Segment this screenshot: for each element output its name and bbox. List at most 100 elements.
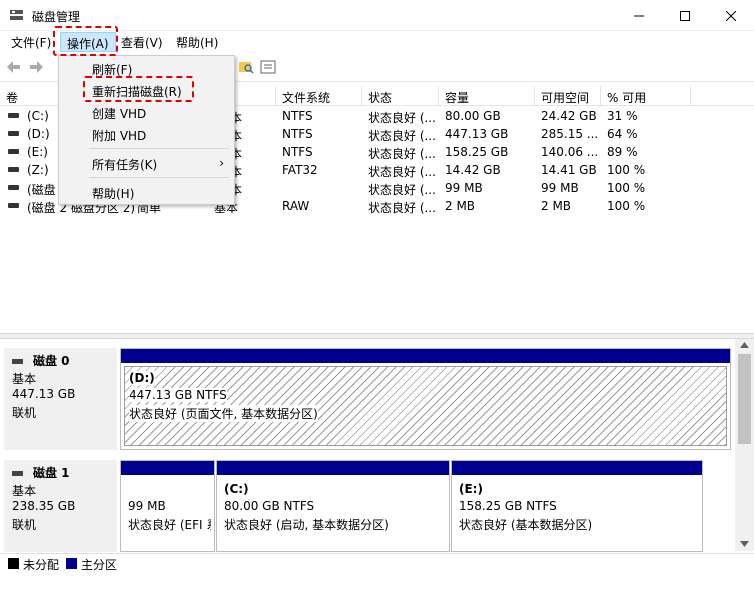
volume-name: (Z:) xyxy=(27,163,49,177)
volume-status: 状态良好 (... xyxy=(368,201,436,215)
volume-capacity: 158.25 GB xyxy=(445,145,509,159)
highlight-action-menu xyxy=(53,26,118,56)
minimize-button[interactable] xyxy=(616,0,662,31)
menu-separator xyxy=(89,148,229,149)
volume-percent-free: 100 % xyxy=(607,163,646,177)
menu-item-label: 所有任务(K) xyxy=(92,158,158,172)
partition-d[interactable]: (D:) 447.13 GB NTFS 状态良好 (页面文件, 基本数据分区) xyxy=(120,348,731,450)
minimize-icon xyxy=(634,15,644,16)
legend-unallocated: 未分配 xyxy=(23,558,60,572)
disk-0-kind: 基本 xyxy=(12,372,37,386)
volume-capacity: 14.42 GB xyxy=(445,163,501,177)
volume-percent-free: 100 % xyxy=(607,199,646,213)
primary-partition-bar xyxy=(121,349,730,363)
maximize-icon xyxy=(680,10,690,21)
column-header-percent-free[interactable]: % 可用 xyxy=(601,86,691,106)
volume-capacity: 447.13 GB xyxy=(445,127,509,141)
close-button[interactable] xyxy=(708,0,754,31)
partition-status: 状态良好 (EFI 系 xyxy=(128,518,211,532)
partition-size: 80.00 GB NTFS xyxy=(224,499,315,513)
legend-swatch-unallocated xyxy=(8,558,19,569)
menu-item-all-tasks[interactable]: 所有任务(K) › xyxy=(59,153,234,175)
drive-icon xyxy=(8,167,19,172)
volume-name: (E:) xyxy=(27,145,48,159)
volume-percent-free: 31 % xyxy=(607,109,638,123)
search-folder-icon[interactable] xyxy=(238,59,254,75)
forward-arrow-icon[interactable] xyxy=(28,59,44,75)
scroll-up-icon[interactable] xyxy=(740,342,749,348)
volume-capacity: 99 MB xyxy=(445,181,483,195)
volume-free-space: 2 MB xyxy=(541,199,572,213)
volume-filesystem: NTFS xyxy=(282,145,313,159)
disk-view-scrollbar[interactable] xyxy=(735,339,754,551)
disk-1-state: 联机 xyxy=(12,518,37,532)
menu-separator xyxy=(89,177,229,178)
highlight-rescan-item xyxy=(83,76,194,102)
column-header-filesystem[interactable]: 文件系统 xyxy=(276,86,362,106)
partition-size: 447.13 GB NTFS xyxy=(129,388,227,402)
menu-item-label: 帮助(H) xyxy=(92,187,135,201)
volume-name: (C:) xyxy=(27,109,49,123)
disk-0-size: 447.13 GB xyxy=(12,387,76,401)
disk-icon xyxy=(12,359,23,364)
partition-label: (D:) xyxy=(129,371,155,385)
volume-percent-free: 89 % xyxy=(607,145,638,159)
volume-status: 状态良好 (... xyxy=(368,183,436,197)
drive-icon xyxy=(8,203,19,208)
volume-free-space: 99 MB xyxy=(541,181,579,195)
disk-0-name-wrap: 磁盘 0 xyxy=(12,352,70,369)
primary-partition-bar xyxy=(217,461,449,475)
disk-1-name: 磁盘 1 xyxy=(33,466,70,480)
partition-e[interactable]: (E:) 158.25 GB NTFS 状态良好 (基本数据分区) xyxy=(451,460,703,552)
menu-view[interactable]: 查看(V) xyxy=(118,34,166,51)
column-header-free-space[interactable]: 可用空间 xyxy=(535,86,601,106)
volume-filesystem: NTFS xyxy=(282,109,313,123)
properties-icon[interactable] xyxy=(260,59,276,75)
menu-file[interactable]: 文件(F) xyxy=(8,34,54,51)
menu-item-label: 附加 VHD xyxy=(92,129,147,143)
submenu-arrow-icon: › xyxy=(219,156,224,170)
back-arrow-icon[interactable] xyxy=(6,59,22,75)
disk-graphical-view: 磁盘 0 基本 447.13 GB 联机 (D:) 447.13 GB NTFS… xyxy=(0,339,754,552)
volume-percent-free: 100 % xyxy=(607,181,646,195)
window-title: 磁盘管理 xyxy=(32,10,81,24)
volume-free-space: 140.06 ... xyxy=(541,145,599,159)
disk-0-info[interactable]: 磁盘 0 基本 447.13 GB 联机 xyxy=(4,348,118,450)
partition-status: 状态良好 (页面文件, 基本数据分区) xyxy=(129,405,318,422)
menu-item-help[interactable]: 帮助(H) xyxy=(59,182,234,204)
menu-help[interactable]: 帮助(H) xyxy=(173,34,221,51)
drive-icon xyxy=(8,149,19,154)
menu-item-create-vhd[interactable]: 创建 VHD xyxy=(59,102,234,124)
volume-status: 状态良好 (... xyxy=(368,147,436,161)
column-header-status[interactable]: 状态 xyxy=(362,86,439,106)
partition-status: 状态良好 (启动, 基本数据分区) xyxy=(224,518,389,532)
maximize-button[interactable] xyxy=(662,0,708,31)
partition-status: 状态良好 (基本数据分区) xyxy=(459,518,593,532)
partition-c[interactable]: (C:) 80.00 GB NTFS 状态良好 (启动, 基本数据分区) xyxy=(216,460,450,552)
partition-size: 99 MB xyxy=(128,499,166,513)
disk-1-name-wrap: 磁盘 1 xyxy=(12,464,70,481)
disk-1-size: 238.35 GB xyxy=(12,499,76,513)
disk-management-icon xyxy=(10,10,23,20)
disk-0-name: 磁盘 0 xyxy=(33,354,70,368)
disk-1-info[interactable]: 磁盘 1 基本 238.35 GB 联机 xyxy=(4,460,118,552)
partition-body: (C:) 80.00 GB NTFS 状态良好 (启动, 基本数据分区) xyxy=(220,478,446,548)
partition-body-selected: (D:) 447.13 GB NTFS 状态良好 (页面文件, 基本数据分区) xyxy=(124,366,727,446)
volume-capacity: 80.00 GB xyxy=(445,109,501,123)
partition-efi[interactable]: 99 MB 状态良好 (EFI 系 xyxy=(120,460,215,552)
scroll-down-icon[interactable] xyxy=(740,541,749,547)
primary-partition-bar xyxy=(121,461,214,475)
volume-status: 状态良好 (... xyxy=(368,129,436,143)
volume-status: 状态良好 (... xyxy=(368,111,436,125)
volume-free-space: 285.15 ... xyxy=(541,127,599,141)
menu-item-attach-vhd[interactable]: 附加 VHD xyxy=(59,124,234,146)
disk-0-state: 联机 xyxy=(12,406,37,420)
legend-swatch-primary xyxy=(66,558,77,569)
volume-name: (D:) xyxy=(27,127,50,141)
column-header-capacity[interactable]: 容量 xyxy=(439,86,535,106)
drive-icon xyxy=(8,113,19,118)
drive-icon xyxy=(8,131,19,136)
close-icon xyxy=(726,10,736,21)
volume-status: 状态良好 (... xyxy=(368,165,436,179)
scrollbar-thumb[interactable] xyxy=(738,354,751,444)
